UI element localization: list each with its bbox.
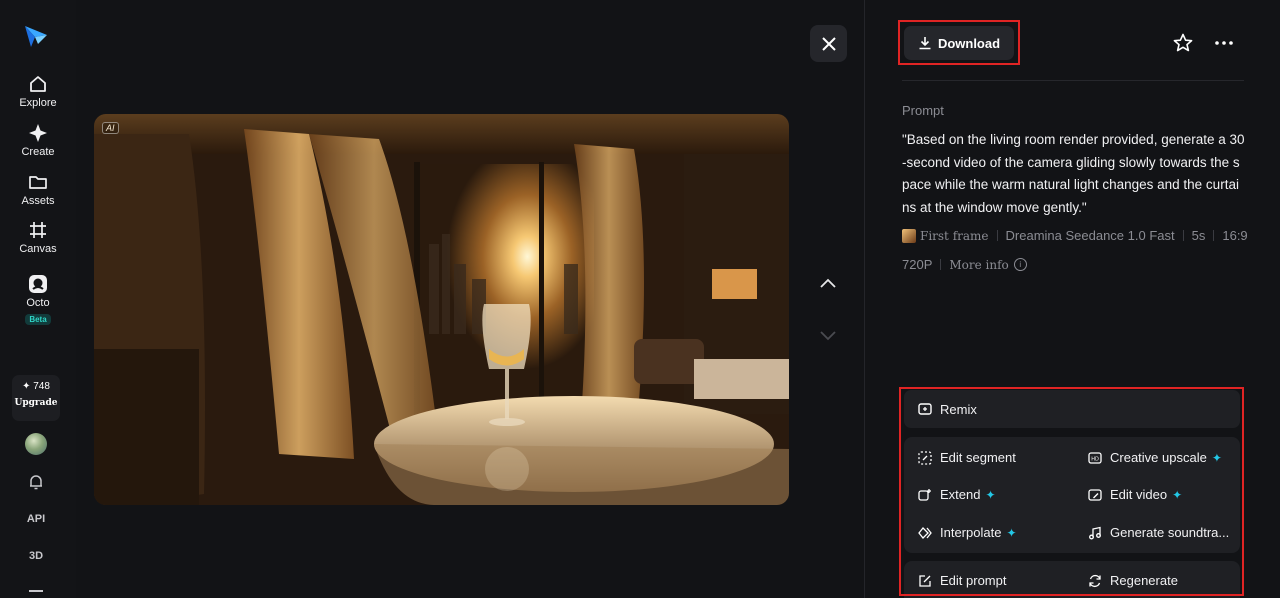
duration-value: 5s [1191, 228, 1206, 243]
first-frame-label[interactable]: First frame [920, 229, 989, 243]
aspect-ratio-value: 16:9 [1222, 228, 1248, 243]
download-highlight [898, 20, 1020, 65]
sidebar-item-assets[interactable]: Assets [0, 172, 76, 207]
chevron-down-icon [820, 331, 836, 341]
sidebar-item-label: Create [21, 146, 55, 158]
header-divider [902, 80, 1244, 81]
sidebar-item-label: Octo [26, 297, 50, 309]
sparkle-icon [29, 124, 47, 142]
sidebar-item-create[interactable]: Create [0, 123, 76, 158]
separator [996, 230, 998, 241]
first-frame-thumbnail[interactable] [902, 228, 916, 243]
credits-upgrade-button[interactable]: ✦ 748 Upgrade [12, 375, 60, 421]
next-button[interactable] [813, 321, 843, 351]
sidebar-item-octo[interactable]: Octo Beta [0, 274, 76, 327]
app-logo[interactable] [22, 22, 50, 50]
close-icon [821, 36, 836, 51]
api-link[interactable]: API [0, 513, 72, 525]
beta-badge: Beta [25, 314, 51, 325]
bell-icon[interactable] [27, 473, 45, 491]
credits-count: ✦ 748 [22, 381, 50, 392]
menu-icon[interactable] [29, 590, 43, 592]
info-icon[interactable]: i [1013, 258, 1027, 271]
actions-highlight [899, 387, 1244, 596]
sidebar-item-label: Explore [19, 97, 57, 109]
resolution-value: 720P [902, 257, 933, 272]
prompt-label: Prompt [902, 103, 944, 118]
left-sidebar: Explore Create Assets Canvas Octo Beta ✦… [0, 0, 76, 598]
close-button[interactable] [810, 25, 847, 62]
more-options-icon[interactable] [1212, 32, 1236, 54]
model-name: Dreamina Seedance 1.0 Fast [1005, 228, 1175, 243]
chevron-up-icon [820, 278, 836, 288]
separator [1182, 230, 1184, 241]
octo-icon [29, 275, 47, 293]
generation-meta-2: 720P More info i [902, 257, 1027, 272]
previous-button[interactable] [813, 268, 843, 298]
prompt-text: "Based on the living room render provide… [902, 132, 1245, 215]
generation-meta: First frame Dreamina Seedance 1.0 Fast 5… [902, 228, 1248, 243]
canvas-icon [30, 222, 46, 238]
ai-badge: AI [102, 122, 119, 134]
star-icon[interactable] [1172, 32, 1194, 54]
sidebar-item-label: Assets [21, 195, 55, 207]
folder-icon [29, 176, 47, 189]
more-info-link[interactable]: More info [949, 258, 1008, 272]
video-preview[interactable]: AI [94, 114, 789, 505]
separator [1213, 230, 1215, 241]
video-frame-image [94, 114, 789, 505]
3d-link[interactable]: 3D [0, 550, 72, 562]
sidebar-item-canvas[interactable]: Canvas [0, 220, 76, 255]
home-icon [30, 76, 46, 92]
upgrade-label: Upgrade [14, 398, 58, 408]
separator [940, 259, 942, 270]
avatar[interactable] [25, 433, 47, 455]
sidebar-item-label: Canvas [19, 243, 57, 255]
sidebar-item-explore[interactable]: Explore [0, 74, 76, 109]
panel-divider [864, 0, 865, 598]
